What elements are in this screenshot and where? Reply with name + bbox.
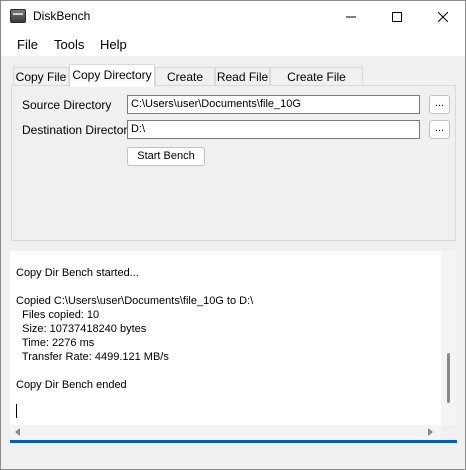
log-line: Time: 2276 ms (16, 337, 95, 349)
log-line: Size: 10737418240 bytes (16, 323, 147, 335)
scroll-corner (441, 425, 457, 439)
scroll-right-arrow-icon[interactable] (428, 428, 433, 436)
window-title: DiskBench (33, 9, 91, 23)
close-icon (438, 11, 448, 22)
menu-help[interactable]: Help (100, 37, 127, 52)
title-bar[interactable]: DiskBench (1, 1, 465, 32)
destination-directory-label: Destination Directory (22, 123, 134, 137)
tab-read-file[interactable]: Read File (215, 67, 270, 86)
tab-copy-file[interactable]: Copy File (13, 67, 69, 86)
log-line: Copied C:\Users\user\Documents\file_10G … (16, 295, 254, 307)
app-window: DiskBench File Tools Help Copy File Copy… (0, 0, 466, 470)
scroll-left-arrow-icon[interactable] (15, 428, 20, 436)
source-directory-label: Source Directory (22, 98, 112, 112)
source-browse-button[interactable]: ... (429, 95, 450, 114)
log-line: Transfer Rate: 4499.121 MB/s (16, 351, 169, 363)
close-button[interactable] (420, 1, 466, 32)
tab-create-file-batch[interactable]: Create File Batch (270, 67, 363, 98)
copy-directory-panel: Source Directory C:\Users\user\Documents… (11, 85, 456, 241)
tab-create-file[interactable]: Create File (155, 67, 215, 98)
destination-browse-button[interactable]: ... (429, 120, 450, 139)
start-bench-button[interactable]: Start Bench (127, 147, 205, 166)
minimize-icon (346, 16, 356, 17)
menu-bar: File Tools Help (1, 32, 465, 56)
maximize-icon (392, 11, 402, 22)
vertical-scrollbar[interactable] (441, 251, 457, 425)
horizontal-scrollbar[interactable] (10, 425, 441, 439)
app-disk-icon (10, 9, 26, 23)
log-line: Files copied: 10 (16, 309, 100, 321)
log-line: Copy Dir Bench ended (16, 379, 127, 391)
menu-file[interactable]: File (17, 37, 38, 52)
destination-directory-input[interactable]: D:\ (127, 120, 420, 139)
accent-bar (10, 440, 457, 443)
log-output[interactable]: Copy Dir Bench started... Copied C:\User… (10, 251, 441, 425)
source-directory-input[interactable]: C:\Users\user\Documents\file_10G (127, 95, 420, 114)
vertical-scroll-thumb[interactable] (447, 353, 450, 403)
maximize-button[interactable] (374, 1, 420, 32)
tab-copy-directory[interactable]: Copy Directory (69, 64, 155, 87)
text-caret (16, 404, 17, 418)
menu-tools[interactable]: Tools (54, 37, 84, 52)
minimize-button[interactable] (328, 1, 374, 32)
log-line: Copy Dir Bench started... (16, 267, 139, 279)
